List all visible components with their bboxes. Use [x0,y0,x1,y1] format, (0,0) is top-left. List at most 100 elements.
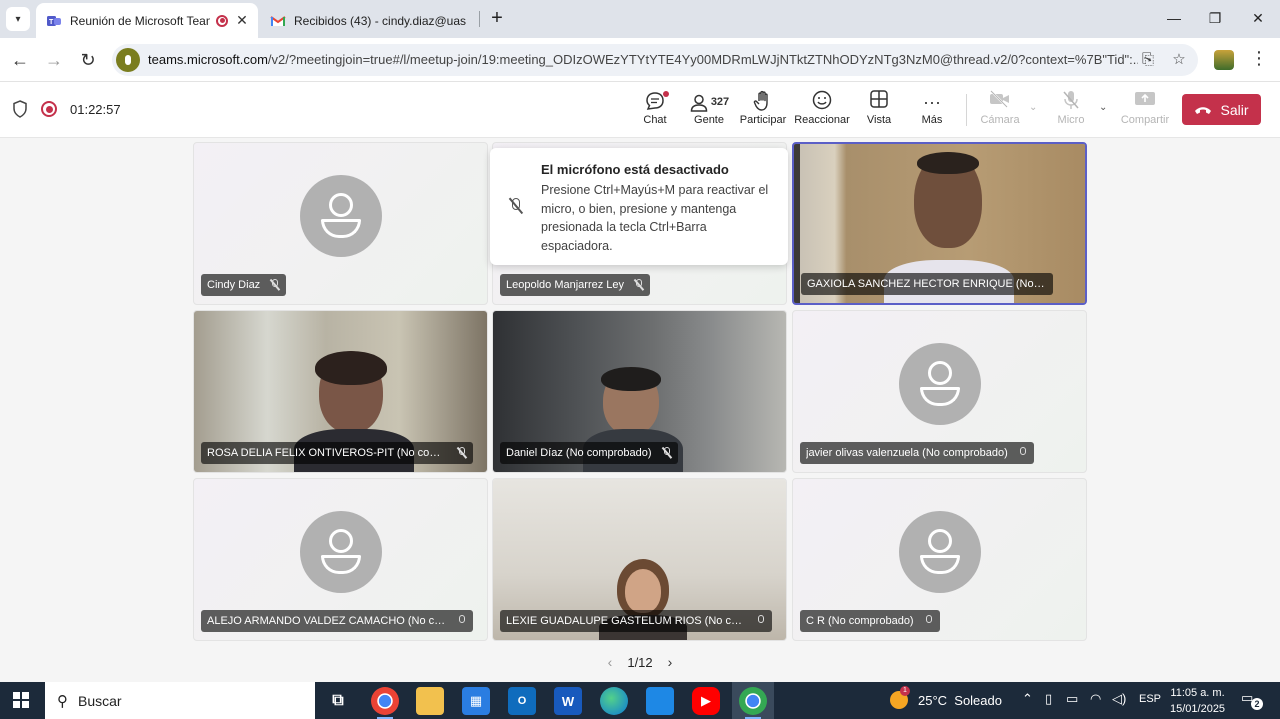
view-label: Vista [866,114,892,126]
install-app-icon[interactable]: ⎘ [1138,50,1158,70]
more-label: Más [921,114,943,126]
restore-icon[interactable]: ❐ [1201,6,1229,30]
mic-permission-icon[interactable] [116,48,140,72]
participant-tile-video[interactable]: ROSA DELIA FELIX ONTIVEROS-PIT (No compr… [193,310,488,473]
tab-title: Recibidos (43) - cindy.diaz@uas [294,13,467,28]
weather-text: 25°C Soleado [918,692,1002,708]
clock[interactable]: 11:05 a. m. 15/01/2025 [1170,685,1225,717]
mic-options-chevron-icon[interactable]: ⌄ [1099,102,1107,113]
weather-widget[interactable]: 1 25°C Soleado [890,686,1002,709]
participant-tile-video[interactable]: LEXIE GUADALUPE GASTELUM RIOS (No comp..… [492,478,787,641]
participant-name-tag: javier olivas valenzuela (No comprobado) [800,442,1034,464]
participant-tile[interactable]: Cindy Diaz [193,142,488,305]
weather-badge: 1 [900,686,910,696]
close-tab-icon[interactable]: ✕ [234,12,250,29]
store-icon[interactable]: ▦ [462,687,490,715]
unread-dot [663,91,669,97]
wifi-icon[interactable]: ◠ [1090,691,1101,707]
leave-label: Salir [1220,101,1249,118]
mic-muted-toast: El micrófono está desactivado Presione C… [490,148,788,265]
smiley-icon [812,90,832,114]
next-page-icon[interactable]: › [664,654,676,670]
people-label: Gente [694,114,724,126]
raise-hand-label: Participar [739,114,787,126]
participant-name-tag: LEXIE GUADALUPE GASTELUM RIOS (No comp..… [500,610,772,632]
camera-off-icon [989,90,1011,114]
new-tab-icon[interactable]: + [486,7,508,29]
youtube-icon[interactable]: ▶ [692,687,720,715]
view-button[interactable]: Vista [866,90,892,134]
reload-icon[interactable]: ↻ [76,48,100,72]
browser-menu-icon[interactable]: ⋮ [1250,48,1268,69]
raise-hand-button[interactable]: Participar [740,90,786,134]
search-label: Buscar [78,692,122,709]
more-button[interactable]: ··· Más [919,90,945,134]
mic-button[interactable]: Micro [1056,90,1086,134]
windows-start-icon[interactable] [13,692,29,708]
participant-name-tag: C R (No comprobado) [800,610,940,632]
bookmark-star-icon[interactable]: ☆ [1169,50,1189,70]
camera-options-chevron-icon[interactable]: ⌄ [1029,102,1037,113]
camera-label: Cámara [980,114,1020,126]
leave-button[interactable]: Salir [1182,94,1261,125]
more-icon: ··· [923,92,941,112]
recording-indicator-icon [41,101,57,117]
people-button[interactable]: 327 Gente [688,90,730,134]
mic-icon [924,615,934,627]
react-button[interactable]: Reaccionar [794,90,850,134]
volume-icon[interactable]: ◁) [1112,691,1126,707]
close-window-icon[interactable]: ✕ [1244,6,1272,30]
participant-tile[interactable]: C R (No comprobado) [792,478,1087,641]
avatar-icon [898,342,981,425]
chevron-up-icon[interactable]: ⌃ [1022,691,1033,707]
participant-name-tag: Daniel Díaz (No comprobado) [500,442,678,464]
shield-icon[interactable] [12,100,30,120]
tab-search-button[interactable]: ▾ [6,7,30,31]
file-explorer-icon[interactable] [416,687,444,715]
tab-teams-meeting[interactable]: T Reunión de Microsoft Teams ✕ [36,3,258,38]
chrome-icon[interactable] [371,687,399,719]
taskbar-search[interactable]: ⚲ Buscar [45,682,315,719]
clock-time: 11:05 a. m. [1170,687,1225,699]
extension-icon[interactable] [1214,50,1234,70]
participant-tile-video[interactable]: GAXIOLA SANCHEZ HECTOR ENRIQUE (No compr… [792,142,1087,305]
edge-icon[interactable] [600,687,628,715]
chat-icon [644,90,669,114]
battery-icon[interactable]: ▭ [1066,691,1078,707]
forward-icon[interactable]: → [42,48,66,72]
toast-body: Presione Ctrl+Mayús+M para reactivar el … [541,183,769,253]
address-bar[interactable]: teams.microsoft.com/v2/?meetingjoin=true… [112,44,1198,76]
word-icon[interactable]: W [554,687,582,715]
mic-muted-icon [508,197,524,216]
participant-tile[interactable]: javier olivas valenzuela (No comprobado) [792,310,1087,473]
task-view-icon[interactable]: ⧉ [324,687,352,715]
notifications-icon[interactable]: ▭ 2 [1241,690,1263,710]
phone-link-icon[interactable]: ▯ [1045,691,1052,707]
participant-name-tag: Leopoldo Manjarrez Ley [500,274,651,296]
mic-icon [457,615,467,627]
outlook-icon[interactable]: O [508,687,536,715]
share-button[interactable]: Compartir [1120,90,1170,134]
share-icon [1134,90,1156,114]
participant-tile[interactable]: ALEJO ARMANDO VALDEZ CAMACHO (No co... [193,478,488,641]
toolbar-separator [966,94,967,126]
minimize-icon[interactable]: — [1160,6,1188,30]
previous-page-icon[interactable]: ‹ [604,654,616,670]
url-text[interactable]: teams.microsoft.com/v2/?meetingjoin=true… [148,52,1138,67]
tab-gmail[interactable]: Recibidos (43) - cindy.diaz@uas [262,3,478,38]
gallery-pager: ‹ 1/12 › [604,652,676,672]
notification-count: 2 [1251,698,1263,710]
whiteboard-icon[interactable] [646,687,674,715]
clock-date: 15/01/2025 [1170,703,1226,715]
back-icon[interactable]: ← [8,48,32,72]
camera-button[interactable]: Cámara [980,90,1020,134]
chrome-profile-icon[interactable] [739,687,767,719]
chat-button[interactable]: Chat [641,90,669,134]
hand-icon [753,90,773,114]
people-icon: 327 [689,90,729,114]
language-indicator[interactable]: ESP [1139,693,1161,705]
participant-name-tag: ALEJO ARMANDO VALDEZ CAMACHO (No co... [201,610,473,632]
participant-tile-video[interactable]: Daniel Díaz (No comprobado) [492,310,787,473]
share-label: Compartir [1120,114,1170,126]
meeting-toolbar: 01:22:57 Chat 327 Gente Participar Reacc… [0,82,1280,138]
